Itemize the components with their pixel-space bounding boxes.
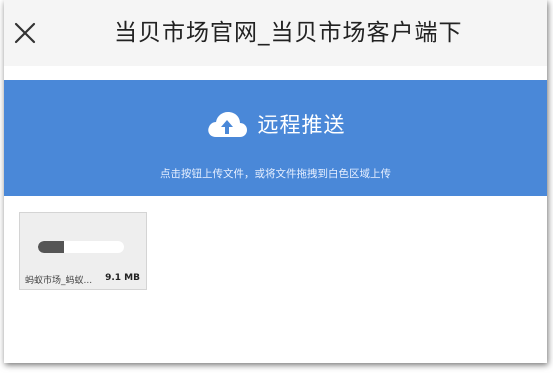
upload-hint: 点击按钮上传文件，或将文件拖拽到白色区域上传 (160, 168, 391, 180)
close-icon (14, 22, 36, 44)
file-name: 蚂蚁市场_蚂蚁... (25, 276, 93, 286)
upload-progress-fill (38, 241, 64, 253)
banner-title: 远程推送 (257, 113, 346, 137)
upload-banner[interactable]: 远程推送 点击按钮上传文件，或将文件拖拽到白色区域上传 (4, 80, 547, 196)
file-card[interactable]: 蚂蚁市场_蚂蚁... 9.1 MB (19, 212, 147, 290)
file-size: 9.1 MB (105, 273, 140, 283)
upload-progress-bar (38, 241, 124, 253)
cloud-upload-icon (207, 112, 247, 137)
banner-heading: 远程推送 (4, 106, 547, 142)
drop-zone[interactable]: 蚂蚁市场_蚂蚁... 9.1 MB (4, 196, 547, 363)
app-window: 当贝市场官网_当贝市场客户端下 远程推送 点击按钮上传文件，或将文件拖拽到白色区… (4, 0, 547, 363)
close-button[interactable] (10, 18, 40, 48)
page-title: 当贝市场官网_当贝市场客户端下 (114, 20, 463, 46)
title-bar: 当贝市场官网_当贝市场客户端下 (4, 0, 547, 66)
